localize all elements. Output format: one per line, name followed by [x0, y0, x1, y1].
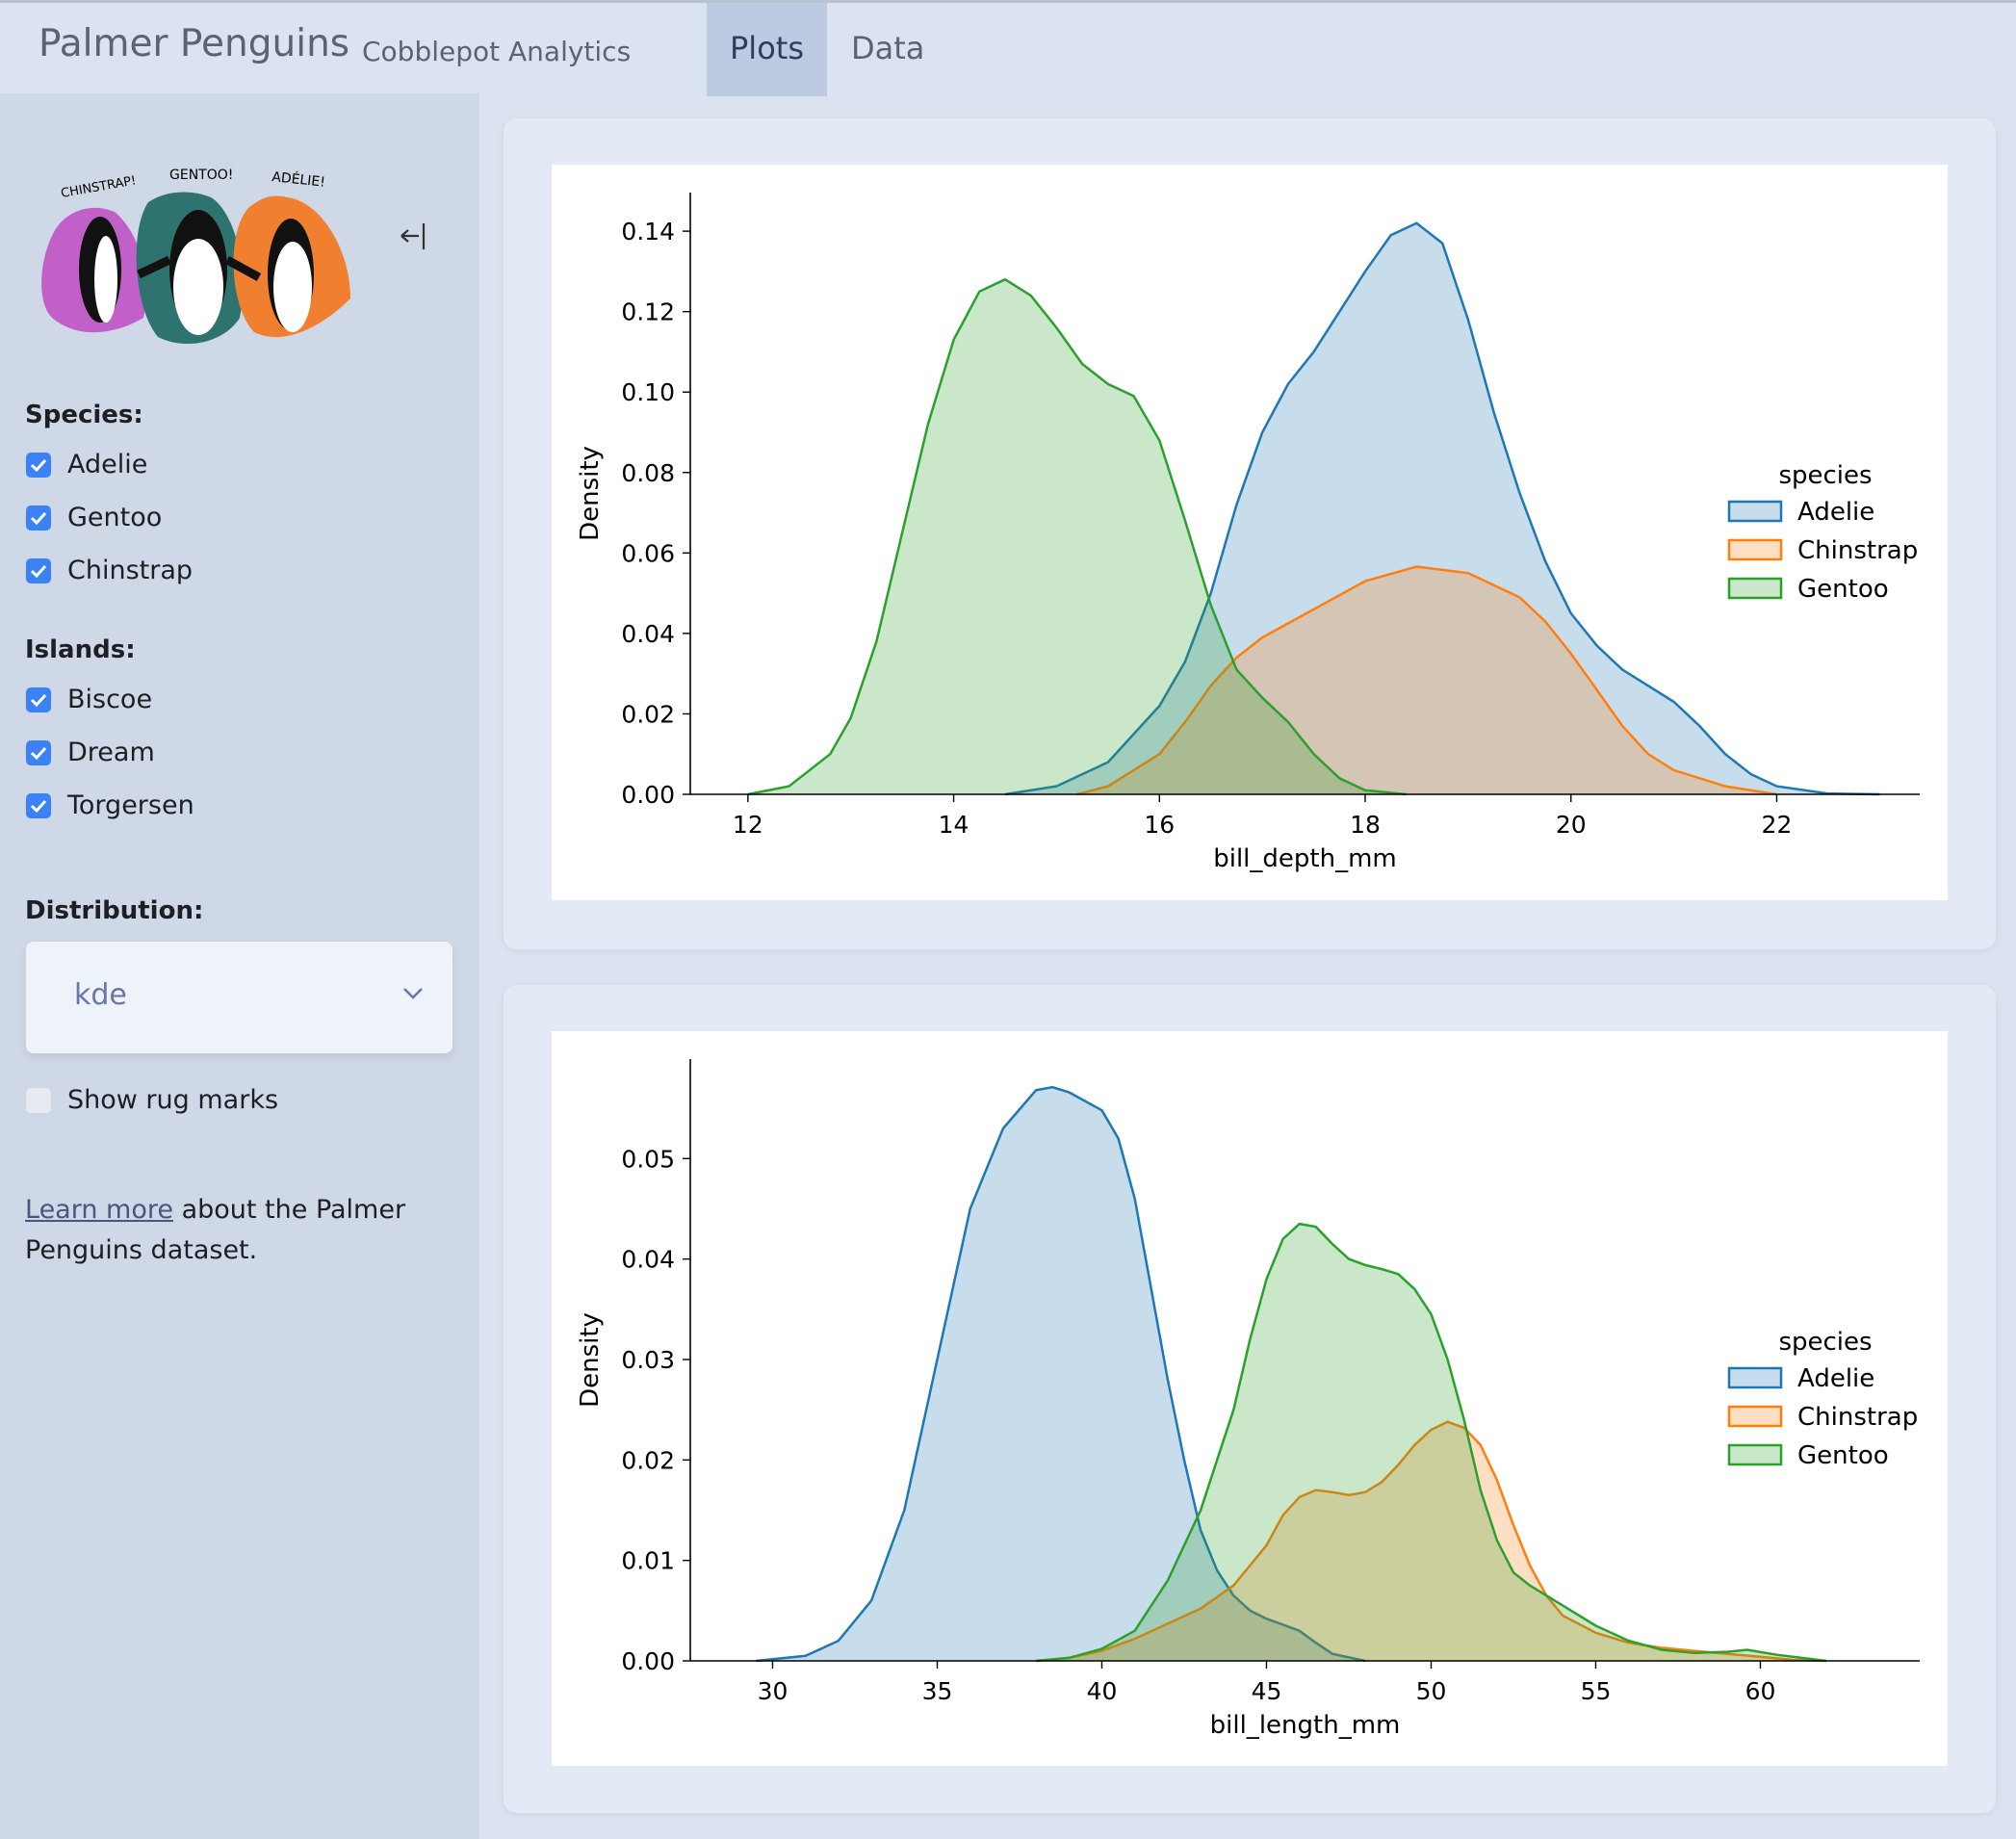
- x-axis-label: bill_depth_mm: [1213, 844, 1397, 873]
- legend-label-chinstrap: Chinstrap: [1797, 536, 1918, 565]
- y-tick-label: 0.04: [621, 620, 675, 648]
- x-axis-label: bill_length_mm: [1210, 1711, 1401, 1740]
- checkbox-checked[interactable]: [26, 739, 51, 765]
- legend-label-gentoo: Gentoo: [1797, 575, 1889, 604]
- checkbox-checked[interactable]: [26, 792, 51, 818]
- island-checkbox-torgersen[interactable]: Torgersen: [26, 790, 194, 820]
- y-tick-label: 0.01: [621, 1547, 675, 1575]
- distribution-value: kde: [74, 978, 127, 1012]
- distribution-select[interactable]: kde: [26, 942, 452, 1053]
- kde-chart-bill-depth: 12 14 16 18 20 22 0.00 0.02 0.04 0.06 0.08 0.10 0.12…: [576, 193, 1920, 873]
- checkbox-checked[interactable]: [26, 557, 51, 583]
- species-label: Species:: [25, 401, 143, 429]
- checkbox-label: Gentoo: [67, 503, 163, 532]
- species-checkbox-adelie[interactable]: Adelie: [26, 450, 147, 479]
- checkbox-label: Adelie: [67, 450, 148, 479]
- checkbox-label: Dream: [67, 738, 155, 767]
- x-tick-label: 12: [733, 811, 763, 839]
- check-icon: [30, 693, 47, 707]
- tab-plots[interactable]: Plots: [707, 3, 827, 96]
- y-tick-label: 0.02: [621, 1446, 675, 1474]
- x-tick-label: 55: [1581, 1677, 1612, 1705]
- species-checkbox-gentoo[interactable]: Gentoo: [26, 503, 162, 532]
- plot-card-bill-length: 30 35 40 45 50 55 60 0.00 0.01 0.02 0.03 0.04 0.05 bi…: [504, 985, 1996, 1813]
- y-tick-label: 0.05: [621, 1145, 675, 1173]
- logo-text: GENTOO!: [169, 168, 233, 183]
- legend-swatch-chinstrap: [1727, 1405, 1783, 1428]
- legend-swatch-chinstrap: [1727, 538, 1783, 561]
- legend-label-gentoo: Gentoo: [1797, 1441, 1889, 1470]
- legend-label-chinstrap: Chinstrap: [1797, 1403, 1918, 1432]
- x-tick-label: 40: [1087, 1677, 1118, 1705]
- checkbox-checked[interactable]: [26, 505, 51, 531]
- legend-label-adelie: Adelie: [1797, 1364, 1874, 1393]
- y-tick-label: 0.06: [621, 539, 675, 567]
- checkbox-label: Torgersen: [67, 790, 194, 820]
- y-tick-label: 0.03: [621, 1346, 675, 1374]
- collapse-sidebar-button[interactable]: [399, 220, 427, 258]
- rug-marks-checkbox[interactable]: Show rug marks: [26, 1085, 278, 1115]
- app-header: Palmer Penguins Cobblepot Analytics Plot…: [0, 0, 2016, 96]
- app-subtitle: Cobblepot Analytics: [362, 36, 632, 67]
- island-checkbox-biscoe[interactable]: Biscoe: [26, 685, 152, 714]
- y-tick-label: 0.02: [621, 700, 675, 728]
- tab-data[interactable]: Data: [828, 3, 947, 96]
- x-tick-label: 45: [1252, 1677, 1282, 1705]
- checkbox-unchecked[interactable]: [26, 1087, 51, 1113]
- chevron-down-icon: [403, 988, 423, 999]
- x-tick-label: 16: [1144, 811, 1175, 839]
- check-icon: [30, 799, 47, 813]
- legend-swatch-gentoo: [1727, 577, 1783, 600]
- islands-label: Islands:: [25, 635, 136, 664]
- x-tick-label: 30: [758, 1677, 788, 1705]
- checkbox-checked[interactable]: [26, 686, 51, 712]
- y-axis-label: Density: [576, 446, 605, 541]
- y-tick-label: 0.08: [621, 459, 675, 487]
- y-tick-label: 0.10: [621, 378, 675, 406]
- logo-text: ADÉLIE!: [271, 168, 326, 191]
- legend-label-adelie: Adelie: [1797, 498, 1874, 527]
- plot-card-bill-depth: 12 14 16 18 20 22 0.00 0.02 0.04 0.06 0.08 0.10 0.12…: [504, 118, 1996, 949]
- y-tick-label: 0.04: [621, 1246, 675, 1274]
- checkbox-label: Biscoe: [67, 685, 153, 714]
- legend-swatch-gentoo: [1727, 1443, 1783, 1466]
- x-tick-label: 60: [1745, 1677, 1776, 1705]
- legend-swatch-adelie: [1727, 1366, 1783, 1389]
- rug-marks-label: Show rug marks: [67, 1085, 279, 1115]
- x-tick-label: 20: [1556, 811, 1587, 839]
- x-tick-label: 35: [922, 1677, 953, 1705]
- y-tick-label: 0.14: [621, 218, 675, 246]
- logo-text: CHINSTRAP!: [60, 173, 137, 201]
- legend-title: species: [1778, 461, 1872, 490]
- species-checkbox-chinstrap[interactable]: Chinstrap: [26, 556, 193, 585]
- y-tick-label: 0.00: [621, 1647, 675, 1675]
- penguins-logo: CHINSTRAP! GENTOO! ADÉLIE!: [41, 168, 350, 345]
- x-tick-label: 18: [1350, 811, 1381, 839]
- check-icon: [30, 564, 47, 578]
- learn-more-link[interactable]: Learn more: [25, 1195, 173, 1225]
- y-axis-label: Density: [576, 1312, 605, 1408]
- kde-chart-bill-length: 30 35 40 45 50 55 60 0.00 0.01 0.02 0.03 0.04 0.05 bi…: [576, 1059, 1920, 1740]
- y-tick-label: 0.12: [621, 298, 675, 326]
- check-icon: [30, 511, 47, 525]
- learn-more-text: Learn more about the Palmer Penguins dat…: [25, 1190, 410, 1271]
- app-title: Palmer Penguins: [39, 22, 350, 65]
- x-tick-label: 50: [1416, 1677, 1447, 1705]
- check-icon: [30, 746, 47, 760]
- x-tick-label: 14: [939, 811, 969, 839]
- checkbox-checked[interactable]: [26, 452, 51, 478]
- x-tick-label: 22: [1762, 811, 1793, 839]
- distribution-label: Distribution:: [25, 896, 204, 925]
- check-icon: [30, 458, 47, 472]
- y-tick-label: 0.00: [621, 781, 675, 809]
- checkbox-label: Chinstrap: [67, 556, 194, 585]
- legend-title: species: [1778, 1328, 1872, 1357]
- island-checkbox-dream[interactable]: Dream: [26, 738, 155, 767]
- legend-swatch-adelie: [1727, 500, 1783, 523]
- arrow-left-bar-icon: [401, 223, 426, 249]
